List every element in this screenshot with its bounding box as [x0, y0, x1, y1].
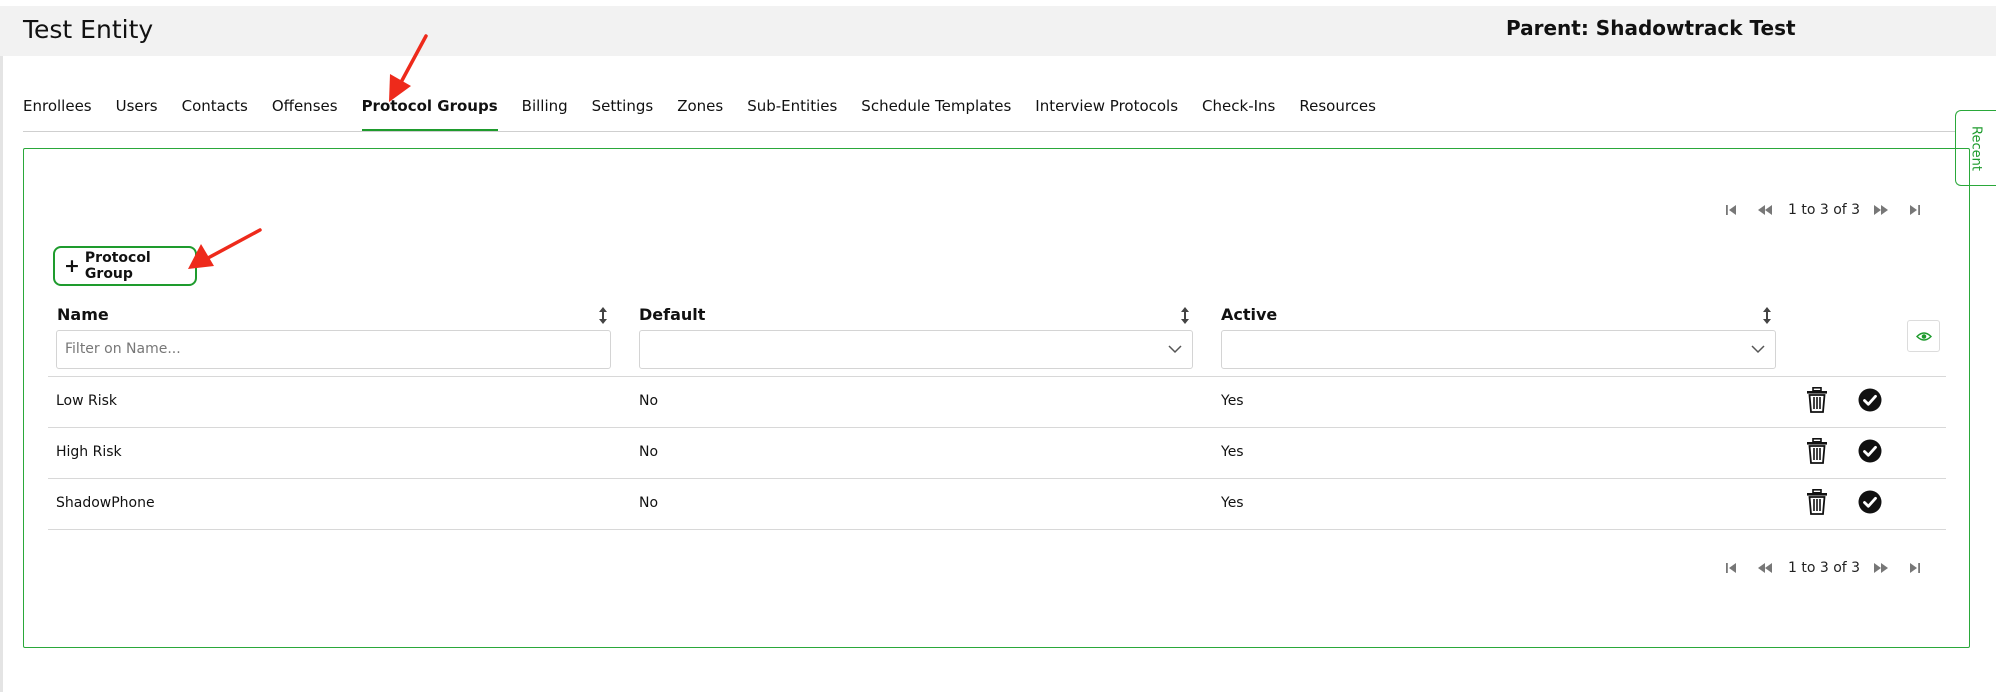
active-filter-select[interactable] — [1221, 330, 1776, 369]
eye-icon — [1915, 331, 1932, 341]
name-filter-input[interactable]: Filter on Name... — [56, 330, 611, 369]
cell-name: Low Risk — [56, 393, 118, 409]
next-page-icon[interactable] — [1872, 202, 1890, 218]
parent-label: Parent: Shadowtrack Test — [1506, 16, 1796, 40]
column-header-name[interactable]: Name — [57, 305, 109, 324]
cell-default: No — [639, 444, 659, 460]
row-divider — [48, 529, 1946, 530]
tab-offenses[interactable]: Offenses — [272, 96, 338, 132]
pager-summary: 1 to 3 of 3 — [1788, 202, 1861, 218]
row-divider — [48, 478, 1946, 479]
tab-check-ins[interactable]: Check-Ins — [1202, 96, 1275, 132]
tab-interview-protocols[interactable]: Interview Protocols — [1035, 96, 1178, 132]
tabs-divider — [23, 131, 1973, 132]
entity-title: Test Entity — [23, 15, 154, 44]
tab-billing[interactable]: Billing — [522, 96, 568, 132]
pager-top: 1 to 3 of 3 — [1722, 202, 1924, 218]
table-header-divider — [48, 376, 1946, 377]
tab-contacts[interactable]: Contacts — [182, 96, 248, 132]
default-filter-select[interactable] — [639, 330, 1193, 369]
cell-active: Yes — [1221, 495, 1244, 511]
protocol-groups-panel — [23, 148, 1970, 648]
pager-summary: 1 to 3 of 3 — [1788, 560, 1861, 576]
tab-schedule-templates[interactable]: Schedule Templates — [861, 96, 1011, 132]
cell-default: No — [639, 495, 659, 511]
check-circle-icon[interactable] — [1858, 439, 1882, 463]
cell-active: Yes — [1221, 393, 1244, 409]
first-page-icon[interactable] — [1722, 202, 1740, 218]
plus-icon: + — [64, 254, 80, 277]
add-protocol-group-button[interactable]: + Protocol Group — [53, 246, 197, 286]
tab-users[interactable]: Users — [116, 96, 158, 132]
recent-label: Recent — [1968, 125, 1984, 171]
tab-resources[interactable]: Resources — [1299, 96, 1376, 132]
tab-zones[interactable]: Zones — [677, 96, 723, 132]
sort-icon[interactable] — [1762, 307, 1772, 324]
chevron-down-icon — [1751, 345, 1765, 354]
add-protocol-group-label: Protocol Group — [84, 250, 151, 282]
tab-sub-entities[interactable]: Sub-Entities — [747, 96, 837, 132]
column-header-active[interactable]: Active — [1221, 305, 1277, 324]
sort-icon[interactable] — [598, 307, 608, 324]
previous-page-icon[interactable] — [1756, 202, 1774, 218]
check-circle-icon[interactable] — [1858, 388, 1882, 412]
cell-active: Yes — [1221, 444, 1244, 460]
first-page-icon[interactable] — [1722, 560, 1740, 576]
sort-icon[interactable] — [1180, 307, 1190, 324]
tab-settings[interactable]: Settings — [592, 96, 654, 132]
previous-page-icon[interactable] — [1756, 560, 1774, 576]
row-divider — [48, 427, 1946, 428]
trash-icon[interactable] — [1806, 489, 1828, 515]
red-arrow-icon — [389, 34, 428, 102]
cell-name: High Risk — [56, 444, 122, 460]
red-arrow-icon — [188, 228, 262, 269]
left-edge-divider — [0, 56, 3, 692]
trash-icon[interactable] — [1806, 387, 1828, 413]
tab-enrollees[interactable]: Enrollees — [23, 96, 92, 132]
next-page-icon[interactable] — [1872, 560, 1890, 576]
pager-bottom: 1 to 3 of 3 — [1722, 560, 1924, 576]
check-circle-icon[interactable] — [1858, 490, 1882, 514]
cell-default: No — [639, 393, 659, 409]
last-page-icon[interactable] — [1906, 202, 1924, 218]
last-page-icon[interactable] — [1906, 560, 1924, 576]
trash-icon[interactable] — [1806, 438, 1828, 464]
column-visibility-button[interactable] — [1907, 320, 1940, 352]
chevron-down-icon — [1168, 345, 1182, 354]
cell-name: ShadowPhone — [56, 495, 155, 511]
tab-bar: Enrollees Users Contacts Offenses Protoc… — [23, 96, 1400, 132]
column-header-default[interactable]: Default — [639, 305, 705, 324]
